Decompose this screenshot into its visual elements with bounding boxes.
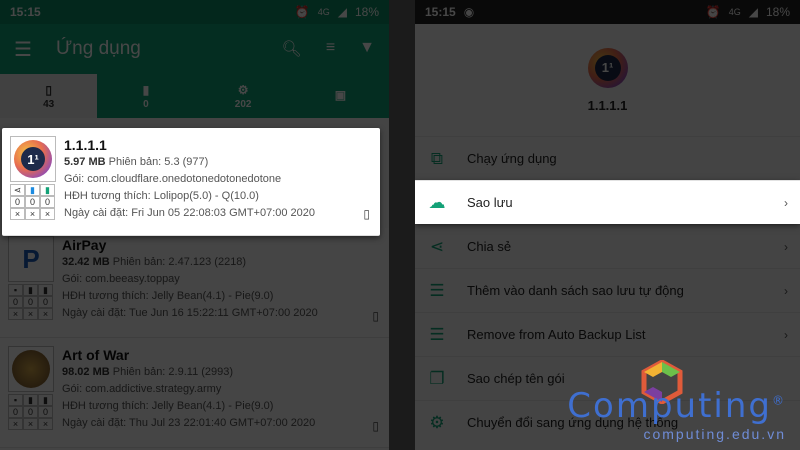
app-name: 1.1.1.1 xyxy=(64,137,107,153)
search-icon[interactable]: 🔍︎ xyxy=(282,39,302,59)
app-bar: ☰ Ứng dụng 🔍︎ ≡ ▼ xyxy=(0,24,389,74)
list-item-highlighted[interactable]: 1¹ ⋖ ▮ ▮ 0 0 0 × × × 1.1.1.1 5.97 MB Phiên bản: … xyxy=(2,128,380,236)
sort-icon[interactable]: ≡ xyxy=(326,39,335,59)
menu-label: Remove from Auto Backup List xyxy=(467,327,646,342)
app-version: Phiên bản: 5.3 (977) xyxy=(108,156,209,168)
list-item[interactable]: ▪ ▮ ▮ 0 0 0 × × × Art of War 98.02 MB Phiên bản:… xyxy=(0,338,389,448)
battery-label: 18% xyxy=(765,5,790,19)
app-size: 5.97 MB xyxy=(64,156,106,168)
cloudflare-app-icon: 1¹ xyxy=(10,136,56,182)
phone-icon: ▯ xyxy=(45,82,52,97)
app-package: Gói: com.beeasy.toppay xyxy=(62,273,180,285)
gear-icon: ⚙ xyxy=(237,82,249,97)
watermark-title: Computing xyxy=(567,386,772,426)
phone-icon: ▯ xyxy=(372,309,379,323)
app-installed: Ngày cài đặt: Tue Jun 16 15:22:11 GMT+07… xyxy=(62,307,318,319)
app-compat: HĐH tương thích: Jelly Bean(4.1) - Pie(9… xyxy=(62,400,274,412)
tab-count: 0 xyxy=(143,98,149,110)
app-package: Gói: com.cloudflare.onedotonedotonedoton… xyxy=(64,173,282,185)
phone-icon: ▯ xyxy=(372,419,379,433)
chevron-right-icon: › xyxy=(784,239,788,254)
status-bar: 15:15 ⏰ 4G ◢ 18% xyxy=(0,0,389,24)
menu-label: Sao chép tên gói xyxy=(467,371,565,386)
app-size: 32.42 MB xyxy=(62,256,110,268)
app-installed: Ngày cài đặt: Thu Jul 23 22:01:40 GMT+07… xyxy=(62,417,316,429)
app-size: 98.02 MB xyxy=(62,366,110,378)
status-time: 15:15 xyxy=(425,5,456,19)
chevron-right-icon: › xyxy=(784,327,788,342)
copy-icon: ❐ xyxy=(429,368,445,388)
sheet-header: 1¹ 1.1.1.1 xyxy=(415,24,800,136)
chevron-right-icon: › xyxy=(784,283,788,298)
status-grid: ▪ ▮ ▮ 0 0 0 × × × xyxy=(8,394,54,430)
watermark: Computing® computing.edu.vn xyxy=(567,386,786,442)
menu-item-remove-auto-backup[interactable]: ☰ Remove from Auto Backup List › xyxy=(415,312,800,356)
launch-icon: ⧉ xyxy=(430,148,444,168)
list-item[interactable]: P ▪ ▮ ▮ 0 0 0 × × × AirPay 32.42 MB Phiên bản: 2… xyxy=(0,228,389,338)
status-bar: 15:15 ◉ ⏰ 4G ◢ 18% xyxy=(415,0,800,24)
app-version: Phiên bản: 2.9.11 (2993) xyxy=(112,366,234,378)
alarm-icon: ⏰ xyxy=(705,5,721,19)
art-of-war-app-icon xyxy=(8,346,54,392)
tab-user-apps[interactable]: ▯ 43 xyxy=(0,74,98,118)
share-icon: ⋖ xyxy=(429,236,445,256)
status-grid: ▪ ▮ ▮ 0 0 0 × × × xyxy=(8,284,54,320)
signal-icon: ◢ xyxy=(337,5,347,19)
signal-icon: ◢ xyxy=(748,5,758,19)
menu-item-backup[interactable]: ☁ Sao lưu › xyxy=(415,180,800,224)
status-grid: ⋖ ▮ ▮ 0 0 0 × × × xyxy=(10,184,56,220)
gear-icon: ⚙ xyxy=(429,412,445,432)
signal-label: 4G xyxy=(317,7,330,17)
playlist-remove-icon: ☰ xyxy=(429,324,445,344)
sdcard-icon: ▮ xyxy=(142,82,150,97)
app-name: Art of War xyxy=(62,347,130,363)
menu-item-add-auto-backup[interactable]: ☰ Thêm vào danh sách sao lưu tự động › xyxy=(415,268,800,312)
menu-label: Thêm vào danh sách sao lưu tự động xyxy=(467,283,684,298)
app-package: Gói: com.addictive.strategy.army xyxy=(62,383,222,395)
battery-label: 18% xyxy=(354,5,379,19)
menu-item-share[interactable]: ⋖ Chia sẻ › xyxy=(415,224,800,268)
menu-label: Chia sẻ xyxy=(467,239,512,254)
app-version: Phiên bản: 2.47.123 (2218) xyxy=(112,256,247,268)
menu-label: Sao lưu xyxy=(467,195,513,210)
app-installed: Ngày cài đặt: Fri Jun 05 22:08:03 GMT+07… xyxy=(64,207,316,219)
app-compat: HĐH tương thích: Jelly Bean(4.1) - Pie(9… xyxy=(62,290,274,302)
registered-mark: ® xyxy=(772,393,786,408)
tab-count: 43 xyxy=(43,98,55,110)
app-name: 1.1.1.1 xyxy=(587,97,628,113)
menu-icon[interactable]: ☰ xyxy=(14,37,32,62)
airpay-app-icon: P xyxy=(8,236,54,282)
filter-icon[interactable]: ▼ xyxy=(359,39,375,59)
archive-icon: ▣ xyxy=(334,88,347,102)
watermark-url: computing.edu.vn xyxy=(643,426,786,442)
app-name: AirPay xyxy=(62,237,107,253)
tab-bar: ▯ 43 ▮ 0 ⚙ 202 ▣ xyxy=(0,74,389,118)
share-icon: ⋖ xyxy=(10,184,25,196)
menu-label: Chạy ứng dụng xyxy=(467,151,557,166)
cloud-upload-icon: ☁ xyxy=(428,192,446,212)
tab-sdcard-apps[interactable]: ▮ 0 xyxy=(97,74,194,118)
alarm-icon: ⏰ xyxy=(294,5,310,19)
tab-archive[interactable]: ▣ xyxy=(292,74,389,118)
playlist-add-icon: ☰ xyxy=(429,280,445,300)
chevron-right-icon: › xyxy=(784,195,788,210)
app-actions-screen: 15:15 ◉ ⏰ 4G ◢ 18% 1¹ 1.1.1.1 ⧉ Chạy ứng… xyxy=(415,0,800,450)
messenger-icon: ◉ xyxy=(463,5,475,19)
tab-count: 202 xyxy=(234,98,252,110)
menu-item-launch[interactable]: ⧉ Chạy ứng dụng xyxy=(415,136,800,180)
phone-icon: ▯ xyxy=(363,207,370,221)
app-list-screen: 15:15 ⏰ 4G ◢ 18% ☰ Ứng dụng 🔍︎ ≡ ▼ ▯ 43 xyxy=(0,0,389,450)
tab-system-apps[interactable]: ⚙ 202 xyxy=(195,74,292,118)
signal-label: 4G xyxy=(728,7,741,17)
screenshot-stage: 15:15 ⏰ 4G ◢ 18% ☰ Ứng dụng 🔍︎ ≡ ▼ ▯ 43 xyxy=(0,0,800,450)
cloudflare-app-icon: 1¹ xyxy=(587,47,628,88)
status-time: 15:15 xyxy=(10,5,41,19)
app-compat: HĐH tương thích: Lolipop(5.0) - Q(10.0) xyxy=(64,190,259,202)
page-title: Ứng dụng xyxy=(55,38,141,59)
